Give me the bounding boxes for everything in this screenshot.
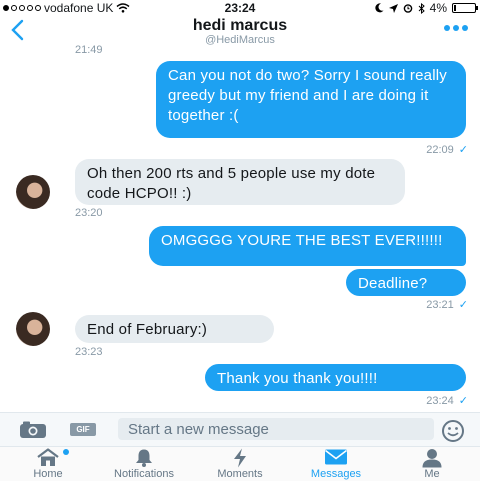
person-icon <box>422 449 442 468</box>
tab-label: Messages <box>310 468 362 480</box>
incoming-message[interactable]: Oh then 200 rts and 5 people use my dote… <box>75 159 405 205</box>
bluetooth-icon <box>418 2 425 14</box>
outgoing-message[interactable]: Can you not do two? Sorry I sound really… <box>156 61 466 138</box>
bell-icon <box>136 449 152 467</box>
outgoing-message[interactable]: Deadline? <box>346 269 466 296</box>
alarm-icon <box>403 4 412 13</box>
home-icon <box>37 448 59 466</box>
notification-dot <box>63 449 69 455</box>
tab-bar: Home Notifications Moments Messages Me <box>0 446 480 481</box>
contact-avatar[interactable] <box>16 312 50 346</box>
contact-handle: @HediMarcus <box>205 34 275 46</box>
tab-home[interactable]: Home <box>3 447 93 481</box>
tab-me[interactable]: Me <box>387 447 477 481</box>
location-icon <box>388 3 398 13</box>
contact-avatar[interactable] <box>16 175 50 209</box>
message-meta: 23:21 ✓ <box>426 298 468 311</box>
battery-icon <box>452 3 478 13</box>
status-right: 4% <box>375 1 478 15</box>
message-meta: 22:09 ✓ <box>426 143 468 156</box>
outgoing-message[interactable]: Thank you thank you!!!! <box>205 364 466 391</box>
message-composer: GIF <box>0 412 480 447</box>
tab-label: Notifications <box>114 468 174 480</box>
status-bar: vodafone UK 23:24 4% <box>0 0 480 17</box>
tab-label: Moments <box>217 468 263 480</box>
message-meta: 23:24 ✓ <box>426 394 468 407</box>
contact-name[interactable]: hedi marcus <box>0 17 480 35</box>
message-timestamp: 23:20 <box>75 207 103 219</box>
message-timestamp: 23:24 <box>426 395 454 407</box>
more-options-icon[interactable] <box>444 25 468 31</box>
tab-notifications[interactable]: Notifications <box>99 447 189 481</box>
incoming-message[interactable]: End of February:) <box>75 315 274 343</box>
read-check-icon: ✓ <box>458 144 468 156</box>
message-timestamp: 23:21 <box>426 299 454 311</box>
moon-icon <box>375 3 384 13</box>
message-timestamp: 23:23 <box>75 346 103 358</box>
tab-label: Me <box>424 468 440 480</box>
outgoing-message[interactable]: OMGGGG YOURE THE BEST EVER!!!!!! <box>149 226 466 266</box>
message-timestamp: 22:09 <box>426 144 454 156</box>
conversation-header: hedi marcus @HediMarcus <box>0 17 480 46</box>
tab-messages[interactable]: Messages <box>291 447 381 481</box>
envelope-icon <box>325 449 347 465</box>
tab-label: Home <box>33 468 63 480</box>
gif-icon[interactable]: GIF <box>70 423 96 436</box>
tab-moments[interactable]: Moments <box>195 447 285 481</box>
read-check-icon: ✓ <box>458 299 468 311</box>
camera-icon[interactable] <box>19 421 47 439</box>
read-check-icon: ✓ <box>458 395 468 407</box>
battery-percent: 4% <box>429 1 447 15</box>
message-timestamp: 21:49 <box>75 44 103 56</box>
emoji-icon[interactable] <box>441 419 465 443</box>
lightning-icon <box>234 448 246 468</box>
message-input[interactable] <box>118 418 434 440</box>
